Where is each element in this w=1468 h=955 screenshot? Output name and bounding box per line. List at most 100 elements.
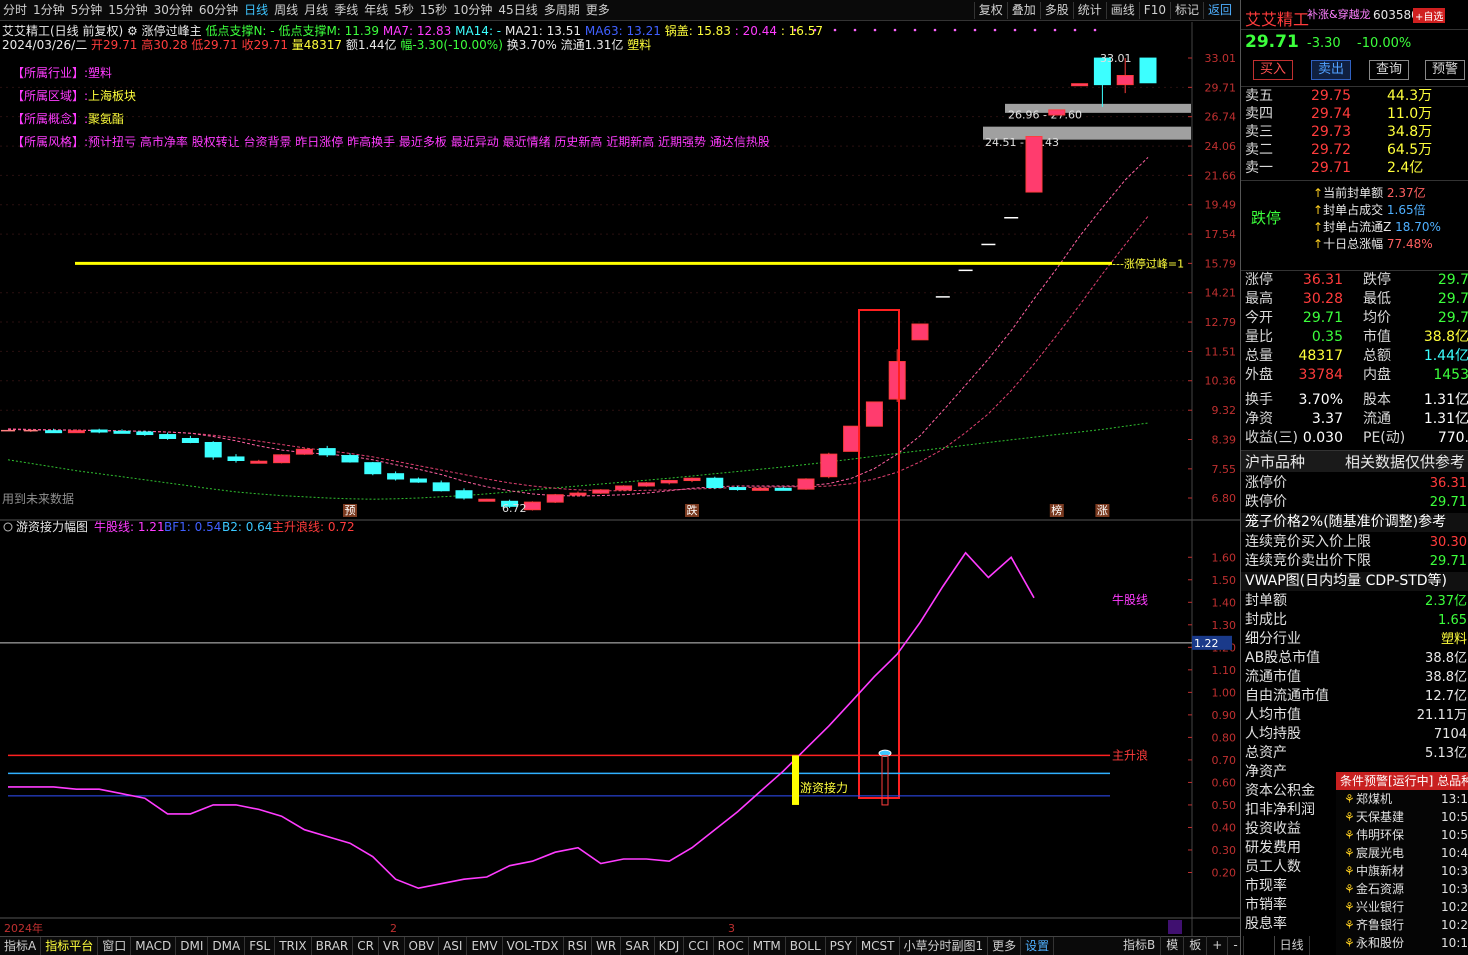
indicator-tab[interactable]: BRAR [312, 937, 354, 955]
query-button[interactable]: 查询 [1369, 60, 1409, 80]
alert-item[interactable]: ⚘ 宸展光电 10:4 [1336, 844, 1468, 862]
alert-stock: 中旗新材 [1356, 864, 1405, 878]
relay-label: 游资接力 [800, 780, 848, 795]
alert-item[interactable]: ⚘ 郑煤机 13:1 [1336, 790, 1468, 808]
dot-marker [853, 28, 857, 32]
y-tick-label: 0.90 [1212, 709, 1237, 722]
indicator-tab[interactable]: RSI [564, 937, 593, 955]
dot-marker [1033, 28, 1037, 32]
indicator-tab[interactable]: 指标A [0, 937, 42, 955]
market-label: 沪市品种 [1245, 453, 1306, 471]
indicator-tab[interactable]: CR [353, 937, 379, 955]
indicator-tab[interactable]: ASI [439, 937, 468, 955]
dot-marker [793, 28, 797, 32]
y-tick-label: 7.55 [1212, 463, 1237, 476]
indicator-tool[interactable]: 模 [1161, 936, 1185, 955]
fund-value: 12.7亿 [1425, 689, 1467, 704]
alert-item[interactable]: ⚘ 天保基建 10:5 [1336, 808, 1468, 826]
indicator-tab[interactable]: CCI [684, 937, 714, 955]
indicator-tool[interactable]: - [1228, 936, 1244, 955]
vwap-label[interactable]: VWAP图(日内均量 CDP-STD等) [1245, 572, 1447, 591]
dot-marker [1093, 28, 1097, 32]
indicator-tab[interactable]: TRIX [275, 937, 312, 955]
signal-marker-label: 预 [345, 504, 356, 517]
candle-body [90, 429, 108, 433]
quote-label-2: PE(动) [1363, 430, 1406, 446]
seal-value: 18.70% [1395, 220, 1441, 234]
quote-row: 今开 29.71 均价 29.7 [1241, 309, 1468, 328]
y-tick-label: 6.80 [1212, 492, 1237, 505]
indicator-tab[interactable]: 指标平台 [41, 937, 99, 955]
indicator-tab[interactable]: DMI [176, 937, 209, 955]
quote-value-2: 1.44亿 [1423, 348, 1468, 364]
quote-label: 总量 [1245, 348, 1273, 364]
fund-value: 1.65 [1438, 613, 1467, 628]
alert-stock: 兴业银行 [1356, 900, 1405, 914]
indicator-tab[interactable]: MACD [131, 937, 177, 955]
quote-value-2: 29.7 [1437, 310, 1468, 326]
current-value: 1.22 [1194, 637, 1219, 650]
indicator-tab[interactable]: VOL-TDX [503, 937, 564, 955]
seal-row: ↑当前封单额 2.37亿 [1313, 186, 1426, 200]
indicator-tab[interactable]: MCST [857, 937, 900, 955]
ask-row[interactable]: 卖五 29.75 44.3万 [1241, 87, 1468, 105]
indicator-tab[interactable]: EMV [467, 937, 503, 955]
candle-body [1071, 83, 1089, 87]
indicator-tab[interactable]: PSY [826, 937, 857, 955]
ask-label: 卖二 [1245, 142, 1273, 158]
indicator-tab[interactable]: ROC [714, 937, 749, 955]
indicator-tab[interactable]: 更多 [988, 937, 1022, 955]
alert-item[interactable]: ⚘ 齐鲁银行 10:2 [1336, 916, 1468, 934]
y-tick-label: 11.51 [1205, 345, 1237, 358]
indicator-tab[interactable]: VR [379, 937, 405, 955]
alert-item[interactable]: ⚘ 兴业银行 10:2 [1336, 898, 1468, 916]
last-price: 29.71 [1245, 32, 1299, 52]
quote-label: 净资 [1245, 411, 1273, 427]
candle-body [113, 430, 131, 434]
quote-label-2: 跌停 [1363, 272, 1391, 288]
sell-button[interactable]: 卖出 [1311, 60, 1351, 80]
ask-row[interactable]: 卖二 29.72 64.5万 [1241, 141, 1468, 159]
indicator-tab[interactable]: WR [592, 937, 622, 955]
indicator-tab[interactable]: 设置 [1021, 937, 1055, 955]
indicator-settings-icon[interactable] [3, 522, 13, 532]
indicator-tool[interactable]: 日线 [1273, 936, 1310, 955]
add-watchlist-button[interactable]: +自选 [1413, 8, 1446, 23]
alert-item[interactable]: ⚘ 中旗新材 10:3 [1336, 862, 1468, 880]
buy-button[interactable]: 买入 [1253, 60, 1293, 80]
indicator-tool[interactable]: 板 [1184, 936, 1208, 955]
indicator-tab[interactable]: 窗口 [98, 937, 132, 955]
alert-item[interactable]: ⚘ 永和股份 10:1 [1336, 934, 1468, 952]
signal-marker-label: 涨 [1097, 504, 1108, 517]
indicator-tab[interactable]: MTM [749, 937, 786, 955]
quote-value: 33784 [1298, 367, 1343, 383]
indicator-tab[interactable]: OBV [405, 937, 440, 955]
alert-stock: 金石资源 [1356, 882, 1405, 896]
candle-body [478, 498, 496, 502]
indicator-tab[interactable]: FSL [245, 937, 276, 955]
indicator-tool[interactable]: 指标B [1118, 936, 1162, 955]
indicator-tab[interactable]: 小草分时副图1 [900, 937, 989, 955]
alert-item[interactable]: ⚘ 金石资源 10:3 [1336, 880, 1468, 898]
ask-row[interactable]: 卖一 29.71 2.4亿 [1241, 159, 1468, 177]
indicator-tab[interactable]: SAR [621, 937, 655, 955]
indicator-tool[interactable]: + [1207, 936, 1229, 955]
scroll-handle[interactable] [1168, 920, 1182, 934]
kline-chart[interactable]: 33.01 29.71 26.74 24.06 21.66 19.49 17.54 15.79… [0, 0, 1240, 955]
fund-row: 总资产 5.13亿 [1241, 744, 1468, 763]
limit-up-value: 36.31 [1429, 476, 1467, 491]
ask-volume: 11.0万 [1387, 106, 1433, 122]
ask-row[interactable]: 卖三 29.73 34.8万 [1241, 123, 1468, 141]
indicator-tab[interactable]: BOLL [786, 937, 826, 955]
indicator-tab[interactable]: KDJ [655, 937, 685, 955]
alert-button[interactable]: 预警 [1425, 60, 1465, 80]
indicator-tab[interactable]: DMA [208, 937, 246, 955]
seal-label: 当前封单额 [1323, 186, 1384, 200]
ask-row[interactable]: 卖四 29.74 11.0万 [1241, 105, 1468, 123]
ask-volume: 44.3万 [1387, 88, 1433, 104]
signal-marker-label: 跌 [687, 503, 698, 517]
ask-label: 卖一 [1245, 160, 1273, 176]
y-tick-label: 24.06 [1205, 140, 1237, 153]
resistance-label: 26.96 - 27.60 [1008, 108, 1082, 121]
alert-item[interactable]: ⚘ 伟明环保 10:5 [1336, 826, 1468, 844]
